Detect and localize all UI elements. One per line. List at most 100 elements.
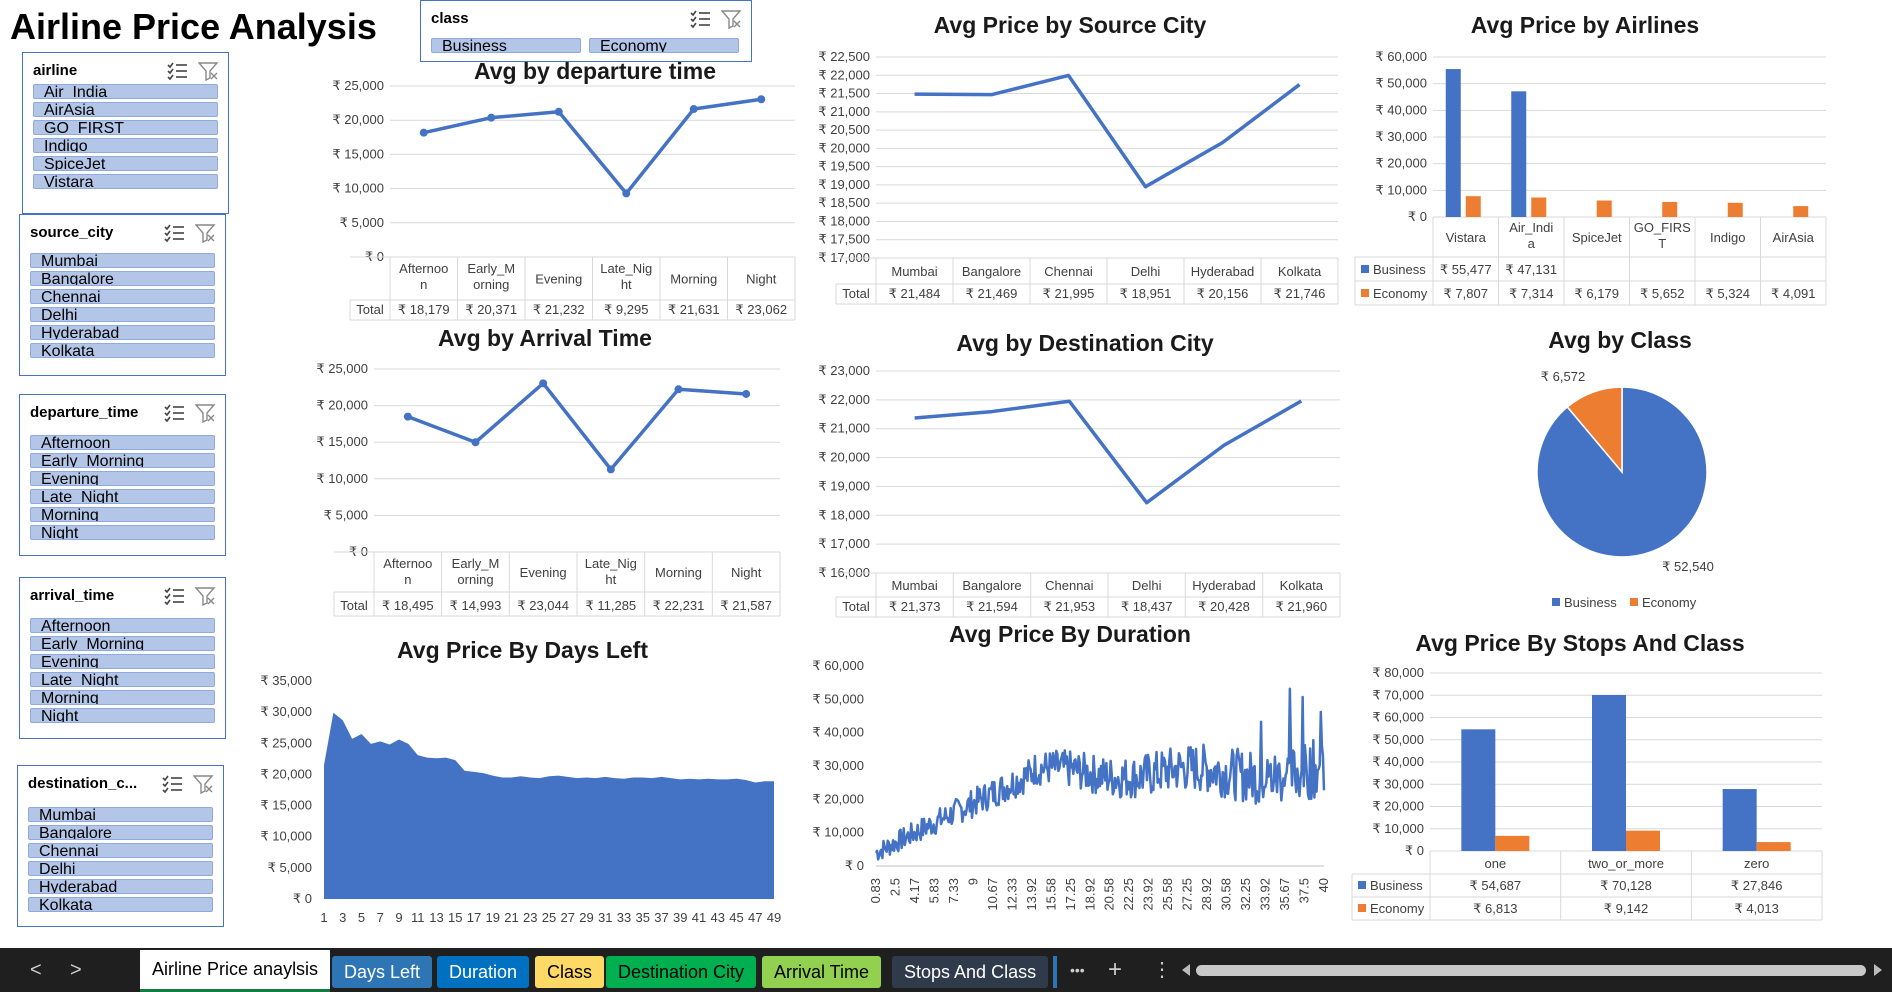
y-tick-label: ₹ 30,000: [1372, 776, 1424, 791]
data-label: ₹ 6,572: [1541, 369, 1585, 384]
bar: [1793, 206, 1809, 217]
category-label: Mumbai: [891, 264, 937, 279]
table-value: ₹ 18,179: [398, 302, 450, 317]
table-value: ₹ 18,437: [1121, 599, 1173, 614]
x-tick-label: 0.83: [868, 878, 883, 903]
sheet-menu-button[interactable]: ⋮: [1152, 956, 1172, 984]
y-tick-label: ₹ 80,000: [1372, 665, 1424, 680]
tab-overflow-indicator: [1053, 956, 1057, 988]
x-tick-label: 47: [748, 910, 762, 925]
y-tick-label: ₹ 0: [293, 891, 312, 906]
y-tick-label: ₹ 5,000: [340, 215, 384, 230]
legend-key: [1358, 904, 1366, 912]
x-tick-label: 29: [579, 910, 593, 925]
tab-stops-and-class[interactable]: Stops And Class: [892, 956, 1049, 988]
x-tick-label: 13.92: [1024, 878, 1039, 911]
table-value: ₹ 20,371: [465, 302, 517, 317]
table-value: ₹ 55,477: [1440, 262, 1492, 277]
y-tick-label: ₹ 21,000: [818, 104, 870, 119]
table-value: ₹ 21,746: [1274, 286, 1326, 301]
horizontal-scrollbar[interactable]: [1196, 965, 1866, 976]
y-tick-label: ₹ 15,000: [316, 434, 368, 449]
tab-arrival-time[interactable]: Arrival Time: [762, 956, 882, 988]
y-tick-label: ₹ 50,000: [812, 691, 864, 706]
y-tick-label: ₹ 22,000: [818, 67, 870, 82]
legend-key: [1361, 265, 1369, 273]
category-label-line: ht: [605, 572, 616, 587]
category-label: Morning: [655, 565, 702, 580]
scroll-left-arrow-icon[interactable]: [1182, 964, 1190, 976]
x-tick-label: 33.92: [1258, 878, 1273, 911]
more-sheets-button[interactable]: •••: [1070, 956, 1085, 984]
category-label-line: Late_Nig: [585, 556, 637, 571]
category-label-line: ht: [621, 277, 632, 292]
series-name: Economy: [1370, 901, 1425, 916]
bar: [1445, 69, 1461, 217]
data-point: [606, 465, 615, 474]
category-label: Chennai: [1044, 264, 1093, 279]
category-label: Chennai: [1045, 578, 1094, 593]
x-tick-label: 9: [965, 878, 980, 885]
tab-destination-city[interactable]: Destination City: [606, 956, 757, 988]
x-tick-label: 35: [636, 910, 650, 925]
category-label-line: orning: [473, 277, 509, 292]
category-label: Late_Nig ht: [600, 261, 652, 292]
scroll-right-arrow-icon[interactable]: [1874, 964, 1882, 976]
category-label: Morning: [670, 272, 717, 287]
next-sheet-button[interactable]: >: [70, 956, 82, 984]
category-label: Early_M orning: [467, 261, 515, 292]
x-tick-label: 5: [358, 910, 365, 925]
sheet-tab-bar: < > Airline Price anaylsis Days Left Dura…: [0, 948, 1892, 992]
y-tick-label: ₹ 5,000: [324, 507, 368, 522]
category-label: Afternoo n: [399, 261, 448, 292]
category-label-line: Indigo: [1710, 230, 1745, 245]
tab-days-left[interactable]: Days Left: [332, 956, 433, 988]
prev-sheet-button[interactable]: <: [30, 956, 42, 984]
category-label: Early_M orning: [452, 556, 500, 587]
tab-class[interactable]: Class: [535, 956, 605, 988]
x-tick-label: 19: [486, 910, 500, 925]
tab-duration[interactable]: Duration: [437, 956, 530, 988]
y-tick-label: ₹ 15,000: [332, 146, 384, 161]
legend-label: Economy: [1642, 595, 1697, 610]
data-point: [742, 389, 751, 398]
table-value: ₹ 6,813: [1473, 901, 1517, 916]
data-point: [757, 95, 766, 104]
category-label: GO_FIRS T: [1634, 220, 1691, 251]
category-label: Vistara: [1446, 230, 1487, 245]
x-tick-label: 10.67: [985, 878, 1000, 911]
y-tick-label: ₹ 30,000: [260, 704, 312, 719]
y-tick-label: ₹ 40,000: [1375, 102, 1427, 117]
add-sheet-button[interactable]: +: [1108, 956, 1122, 984]
x-tick-label: 17.25: [1063, 878, 1078, 911]
y-tick-label: ₹ 20,000: [316, 398, 368, 413]
legend-key: [1630, 598, 1638, 606]
y-tick-label: ₹ 10,000: [1372, 821, 1424, 836]
x-tick-label: 41: [692, 910, 706, 925]
table-row-label: Total: [340, 598, 368, 613]
bar: [1592, 694, 1626, 851]
table-value: ₹ 21,594: [966, 599, 1018, 614]
table-row-label: Total: [842, 599, 870, 614]
x-tick-label: 27: [561, 910, 575, 925]
category-label-line: orning: [457, 572, 493, 587]
legend-key: [1552, 598, 1560, 606]
data-point: [403, 412, 412, 421]
tab-airline-price-analysis[interactable]: Airline Price anaylsis: [140, 950, 331, 992]
series-line: [407, 381, 747, 472]
y-tick-label: ₹ 20,000: [818, 450, 870, 465]
table-value: ₹ 18,951: [1120, 286, 1172, 301]
table-value: ₹ 20,156: [1197, 286, 1249, 301]
y-tick-label: ₹ 10,000: [1375, 182, 1427, 197]
x-tick-label: 22.25: [1121, 878, 1136, 911]
category-label: Hyderabad: [1192, 578, 1256, 593]
y-tick-label: ₹ 22,000: [818, 392, 870, 407]
y-tick-label: ₹ 20,000: [332, 112, 384, 127]
category-label: Air_Indi a: [1509, 220, 1553, 251]
category-label: Delhi: [1131, 264, 1161, 279]
table-value: ₹ 4,091: [1771, 286, 1815, 301]
category-label: zero: [1744, 856, 1769, 871]
series-name: Economy: [1373, 286, 1428, 301]
legend-key: [1358, 881, 1366, 889]
data-point: [419, 128, 428, 137]
